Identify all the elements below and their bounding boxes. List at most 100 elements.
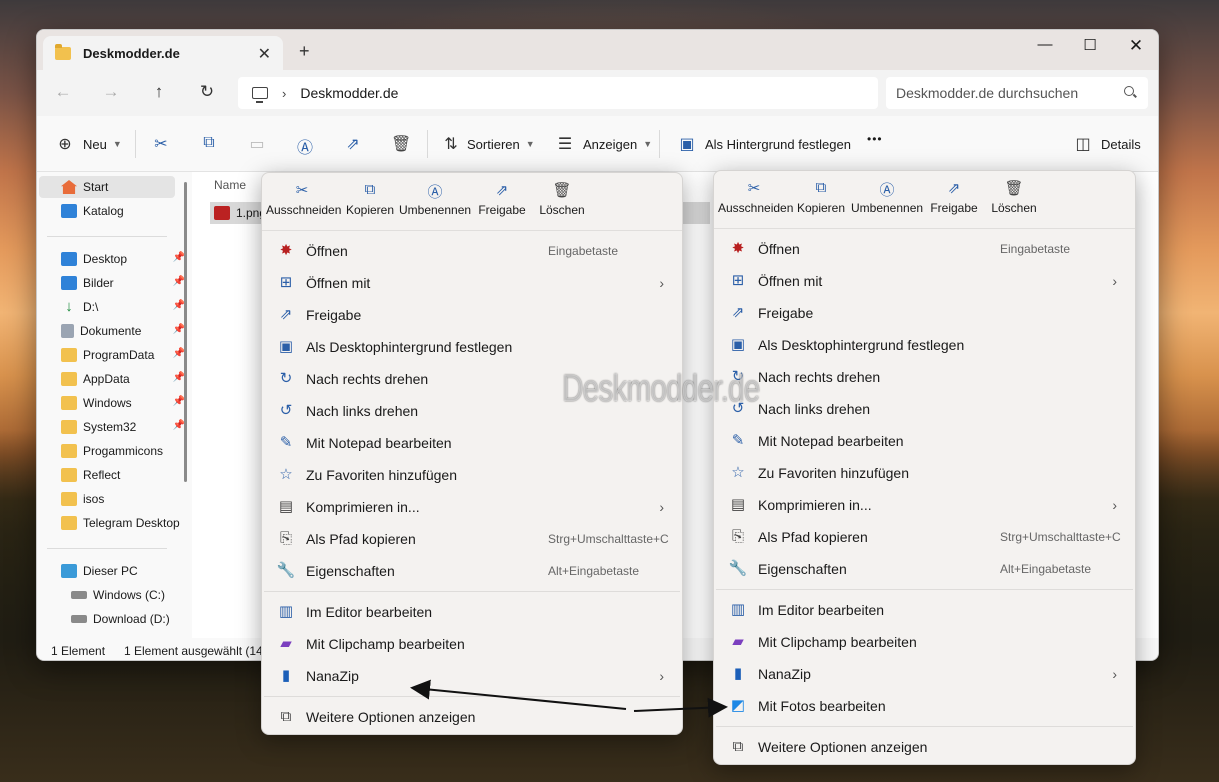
menu-item-compress[interactable]: ▤ Komprimieren in... › <box>264 491 680 523</box>
menu-item-open[interactable]: ✸ Öffnen Eingabetaste <box>264 235 680 267</box>
view-button[interactable]: ☰ Anzeigen ▼ <box>555 134 652 154</box>
menu-item-share[interactable]: ⇗ Freigabe <box>716 297 1133 329</box>
qa-copy-button[interactable]: ⧉ Kopieren <box>785 179 857 215</box>
computer-icon <box>61 564 77 578</box>
menu-item-rotate-right[interactable]: ↻ Nach rechts drehen <box>716 361 1133 393</box>
scissors-icon: ✂ <box>295 182 309 199</box>
search-box[interactable] <box>886 77 1148 109</box>
sidebar-item-programdata[interactable]: ProgramData 📌 <box>61 344 185 366</box>
search-input[interactable] <box>896 85 1116 101</box>
sidebar-item-drive-d[interactable]: Download (D:) <box>71 608 191 630</box>
menu-item-edit-clipchamp[interactable]: ▰ Mit Clipchamp bearbeiten <box>264 628 680 660</box>
more-options-button[interactable]: ••• <box>867 132 883 146</box>
star-icon: ☆ <box>279 466 293 483</box>
sidebar-item-telegram[interactable]: Telegram Desktop <box>61 512 181 534</box>
menu-item-more-options[interactable]: ⧉ Weitere Optionen anzeigen <box>716 731 1133 763</box>
share-icon: ⇗ <box>346 136 360 153</box>
paste-button[interactable]: ▭ <box>247 134 267 154</box>
menu-item-compress[interactable]: ▤ Komprimieren in... › <box>716 489 1133 521</box>
maximize-button[interactable]: ☐ <box>1075 36 1105 54</box>
sidebar-item-desktop[interactable]: Desktop 📌 <box>61 248 185 270</box>
chevron-right-icon: › <box>659 668 664 684</box>
menu-item-set-wallpaper[interactable]: ▣ Als Desktophintergrund festlegen <box>716 329 1133 361</box>
rotate-right-icon: ↻ <box>279 370 293 387</box>
sidebar-item-dieser-pc[interactable]: Dieser PC <box>61 560 181 582</box>
sort-button[interactable]: ⇅ Sortieren ▼ <box>441 134 534 154</box>
toolbar-divider <box>659 130 660 158</box>
qa-cut-button[interactable]: ✂ Ausschneiden <box>266 181 341 217</box>
address-bar[interactable]: › Deskmodder.de <box>238 77 878 109</box>
details-button[interactable]: ◫ Details <box>1073 134 1140 154</box>
sidebar-item-dokumente[interactable]: Dokumente 📌 <box>61 320 185 342</box>
menu-item-edit-clipchamp[interactable]: ▰ Mit Clipchamp bearbeiten <box>716 626 1133 658</box>
forward-arrow-icon[interactable]: → <box>99 82 123 102</box>
column-header-name[interactable]: Name <box>214 178 246 192</box>
menu-item-set-wallpaper[interactable]: ▣ Als Desktophintergrund festlegen <box>264 331 680 363</box>
sidebar-item-progammicons[interactable]: Progammicons <box>61 440 181 462</box>
new-button[interactable]: ⊕ Neu ▼ <box>55 134 121 154</box>
menu-item-copy-path[interactable]: ⎘ Als Pfad kopieren Strg+Umschalttaste+C <box>264 523 680 555</box>
menu-item-nanazip[interactable]: ▮ NanaZip › <box>716 658 1133 690</box>
qa-label: Löschen <box>539 203 585 217</box>
tab-deskmodder[interactable]: Deskmodder.de ✕ <box>43 36 283 70</box>
cut-button[interactable]: ✂ <box>151 134 171 154</box>
sidebar-item-isos[interactable]: isos <box>61 488 181 510</box>
drive-icon <box>71 615 87 623</box>
qa-cut-button[interactable]: ✂ Ausschneiden <box>718 179 794 215</box>
menu-item-nanazip[interactable]: ▮ NanaZip › <box>264 660 680 692</box>
refresh-icon[interactable]: ↻ <box>195 82 219 102</box>
menu-item-edit-notepad[interactable]: ✎ Mit Notepad bearbeiten <box>264 427 680 459</box>
close-button[interactable]: ✕ <box>1121 36 1151 56</box>
up-arrow-icon[interactable]: ↑ <box>147 82 171 102</box>
qa-delete-button[interactable]: 🗑 Löschen <box>526 181 598 217</box>
minimize-button[interactable]: — <box>1030 36 1060 53</box>
tab-close-icon[interactable]: ✕ <box>258 44 271 64</box>
menu-item-edit-photos[interactable]: ◩ Mit Fotos bearbeiten <box>716 690 1133 722</box>
sidebar-item-label: D:\ <box>83 300 99 314</box>
search-icon[interactable] <box>1124 86 1134 96</box>
menu-item-open[interactable]: ✸ Öffnen Eingabetaste <box>716 233 1133 265</box>
menu-item-share[interactable]: ⇗ Freigabe <box>264 299 680 331</box>
sidebar-item-bilder[interactable]: Bilder 📌 <box>61 272 185 294</box>
menu-item-copy-path[interactable]: ⎘ Als Pfad kopieren Strg+Umschalttaste+C <box>716 521 1133 553</box>
qa-rename-button[interactable]: Ⓐ Umbenennen <box>399 181 471 217</box>
set-wallpaper-button[interactable]: ▣ Als Hintergrund festlegen <box>677 134 851 154</box>
qa-label: Ausschneiden <box>718 201 794 215</box>
menu-item-properties[interactable]: 🔧 Eigenschaften Alt+Eingabetaste <box>716 553 1133 585</box>
menu-item-add-favorites[interactable]: ☆ Zu Favoriten hinzufügen <box>264 459 680 491</box>
sidebar-item-windows[interactable]: Windows 📌 <box>61 392 185 414</box>
menu-item-add-favorites[interactable]: ☆ Zu Favoriten hinzufügen <box>716 457 1133 489</box>
sidebar-item-label: Desktop <box>83 252 128 266</box>
breadcrumb[interactable]: Deskmodder.de <box>300 85 398 101</box>
menu-item-open-with[interactable]: ⊞ Öffnen mit › <box>716 265 1133 297</box>
sidebar-item-system32[interactable]: System32 📌 <box>61 416 185 438</box>
menu-item-label: Öffnen mit <box>758 273 823 289</box>
menu-item-more-options[interactable]: ⧉ Weitere Optionen anzeigen <box>264 701 680 733</box>
delete-button[interactable]: 🗑 <box>391 134 411 154</box>
menu-item-properties[interactable]: 🔧 Eigenschaften Alt+Eingabetaste <box>264 555 680 587</box>
sidebar-item-d[interactable]: ↓ D:\ 📌 <box>61 296 185 318</box>
new-tab-button[interactable]: + <box>299 41 310 62</box>
sidebar-item-drive-c[interactable]: Windows (C:) <box>71 584 191 606</box>
menu-item-open-with[interactable]: ⊞ Öffnen mit › <box>264 267 680 299</box>
image-file-icon <box>214 206 230 220</box>
sidebar-item-katalog[interactable]: Katalog <box>61 200 181 222</box>
qa-copy-button[interactable]: ⧉ Kopieren <box>334 181 406 217</box>
menu-item-edit-notepad[interactable]: ✎ Mit Notepad bearbeiten <box>716 425 1133 457</box>
menu-item-edit-editor[interactable]: ▥ Im Editor bearbeiten <box>716 594 1133 626</box>
chevron-right-icon[interactable]: › <box>282 86 286 101</box>
menu-item-rotate-left[interactable]: ↺ Nach links drehen <box>716 393 1133 425</box>
rename-button[interactable]: Ⓐ <box>295 134 315 158</box>
sidebar-item-reflect[interactable]: Reflect <box>61 464 181 486</box>
sidebar-item-appdata[interactable]: AppData 📌 <box>61 368 185 390</box>
share-button[interactable]: ⇗ <box>343 134 363 154</box>
qa-delete-button[interactable]: 🗑 Löschen <box>978 179 1050 215</box>
qa-rename-button[interactable]: Ⓐ Umbenennen <box>851 179 923 215</box>
menu-item-label: Nach links drehen <box>758 401 871 417</box>
menu-item-edit-editor[interactable]: ▥ Im Editor bearbeiten <box>264 596 680 628</box>
share-icon: ⇗ <box>731 304 745 321</box>
sidebar-item-start[interactable]: Start <box>39 176 175 198</box>
back-arrow-icon[interactable]: ← <box>51 82 75 102</box>
copy-button[interactable]: ⧉ <box>199 134 219 152</box>
sidebar-scrollbar[interactable] <box>184 182 187 482</box>
